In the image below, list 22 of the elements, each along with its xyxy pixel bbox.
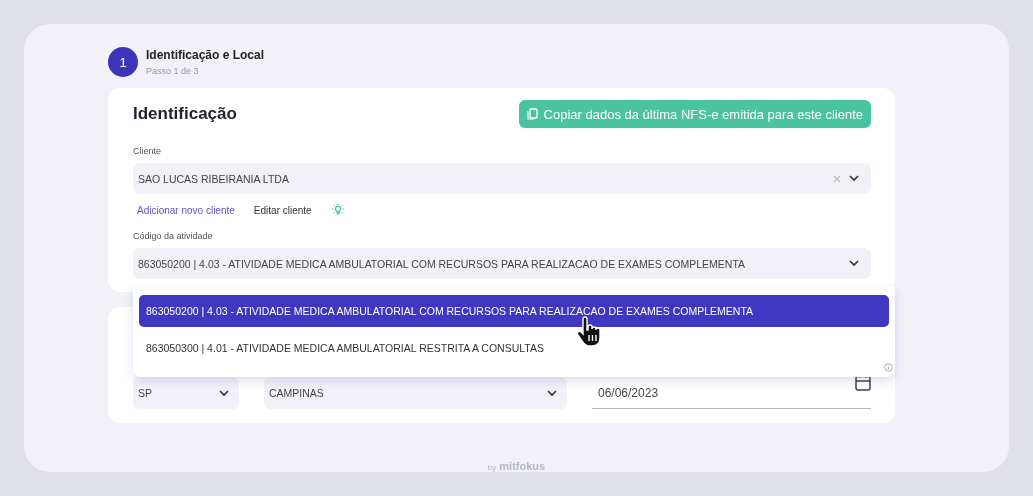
city-select[interactable]: CAMPINAS (264, 377, 567, 409)
chevron-down-icon[interactable] (547, 389, 557, 397)
field-label: Cliente (133, 146, 162, 156)
link[interactable]: Editar cliente (253, 204, 312, 216)
calendar-icon[interactable] (855, 374, 871, 391)
dropdown-option[interactable]: 863050300 | 4.01 - ATIVIDADE MEDICA AMBULATORIAL RESTRITA A CONSULTAS (139, 332, 889, 364)
copy-icon (526, 108, 538, 120)
info-icon (884, 363, 893, 372)
activity-select[interactable]: 863050200 | 4.03 - ATIVIDADE MEDICA AMBULATORIAL COM RECURSOS PARA REALIZACAO DE EXAMES COMPLEMENTA (133, 248, 871, 279)
section-title: Identificação (133, 104, 237, 124)
brand-name: mitfokus (499, 460, 546, 472)
client-select[interactable]: SAO LUCAS RIBEIRANIA LTDA (133, 163, 871, 194)
step-number: 1 (108, 47, 138, 77)
link[interactable]: Adicionar novo cliente (137, 204, 235, 216)
step-subtitle: Passo 1 de 3 (146, 66, 200, 76)
chevron-down-icon[interactable] (219, 389, 229, 397)
state-select[interactable]: SP (133, 377, 239, 409)
step-title: Identificação e Local (146, 48, 265, 62)
field-label: Código da atividade (133, 231, 214, 241)
chevron-down-icon[interactable] (849, 260, 859, 267)
chevron-down-icon[interactable] (849, 175, 859, 182)
dropdown-option[interactable]: 863050200 | 4.03 - ATIVIDADE MEDICA AMBULATORIAL COM RECURSOS PARA REALIZACAO DE EXAMES COMPLEMENTA (139, 295, 889, 327)
